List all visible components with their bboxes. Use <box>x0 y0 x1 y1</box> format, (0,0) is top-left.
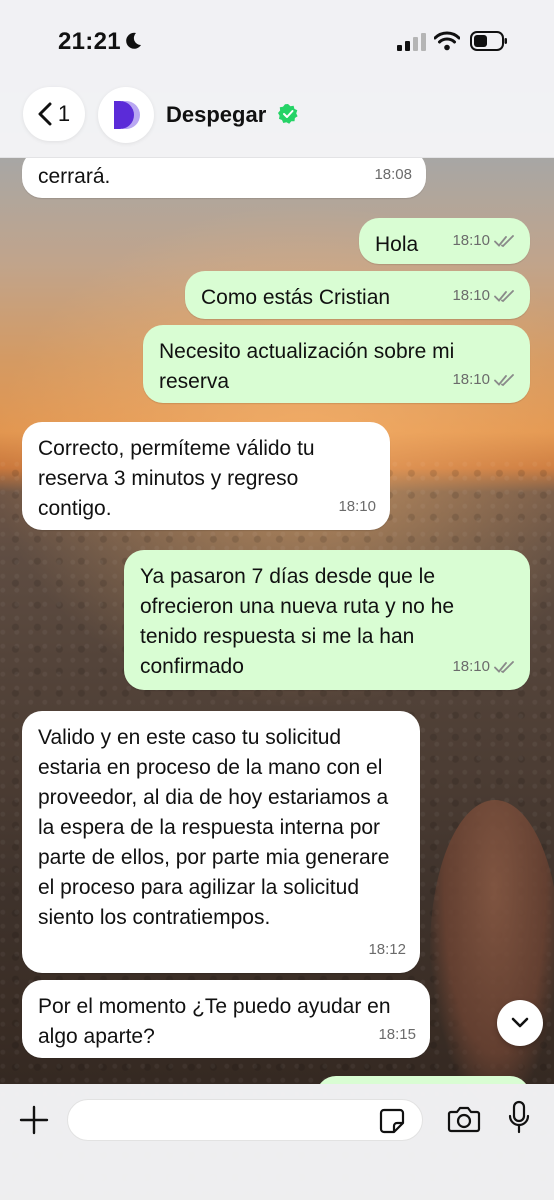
message-time: 18:10 <box>452 371 490 388</box>
double-check-icon <box>494 374 514 387</box>
message-meta: 18:15 <box>378 1020 416 1050</box>
message-text: Por el momento ¿Te puedo ayudar en algo … <box>38 995 391 1048</box>
message-time: 18:08 <box>374 166 412 183</box>
message-bubble-outgoing-partial <box>316 1076 530 1084</box>
message-meta: 18:10 <box>452 226 516 256</box>
message-time: 18:10 <box>452 658 490 675</box>
double-check-icon <box>494 235 514 248</box>
message-time: 18:10 <box>452 287 490 304</box>
double-check-icon <box>494 661 514 674</box>
contact-name[interactable]: Despegar <box>166 102 266 128</box>
microphone-icon[interactable] <box>507 1100 531 1136</box>
message-bubble-incoming[interactable]: Correcto, permíteme válido tu reserva 3 … <box>22 422 390 530</box>
message-meta: 18:12 <box>368 935 406 965</box>
chevron-down-icon <box>511 1017 529 1028</box>
message-list[interactable]: cerrará. 18:08 Hola 18:10 Como estás Cri… <box>0 158 554 1084</box>
message-bubble-incoming[interactable]: Por el momento ¿Te puedo ayudar en algo … <box>22 980 430 1058</box>
message-composer <box>0 1084 554 1200</box>
message-meta: 18:10 <box>338 492 376 522</box>
message-meta: 18:10 <box>452 652 516 682</box>
message-text: Valido y en este caso tu solicitud estar… <box>38 726 390 929</box>
unread-count: 1 <box>57 101 71 126</box>
message-time: 18:10 <box>452 232 490 249</box>
message-meta: 18:10 <box>452 281 516 311</box>
message-bubble-outgoing[interactable]: Necesito actualización sobre mi reserva … <box>143 325 530 403</box>
message-time: 18:12 <box>368 941 406 958</box>
message-time: 18:15 <box>378 1026 416 1043</box>
message-time: 18:10 <box>338 498 376 515</box>
status-time: 21:21 <box>58 28 121 55</box>
avatar[interactable] <box>98 87 154 143</box>
verified-badge-icon <box>278 104 298 124</box>
despegar-logo <box>114 101 140 129</box>
camera-icon[interactable] <box>447 1104 481 1134</box>
chat-header: 1 Despegar <box>0 80 554 158</box>
moon-icon <box>126 32 141 49</box>
message-text: cerrará. <box>38 165 111 188</box>
message-bubble-outgoing[interactable]: Como estás Cristian 18:10 <box>185 271 530 319</box>
message-bubble-incoming[interactable]: Valido y en este caso tu solicitud estar… <box>22 711 420 973</box>
message-bubble-incoming[interactable]: cerrará. 18:08 <box>22 158 426 198</box>
battery-icon <box>470 31 507 51</box>
message-input[interactable] <box>67 1099 423 1141</box>
back-chevron-icon <box>38 102 52 126</box>
message-meta: 18:08 <box>374 160 412 190</box>
wifi-icon <box>434 31 460 51</box>
message-text: Correcto, permíteme válido tu reserva 3 … <box>38 437 315 520</box>
scroll-to-bottom-button[interactable] <box>497 1000 543 1046</box>
back-button[interactable]: 1 <box>23 87 85 141</box>
plus-icon[interactable] <box>18 1104 50 1136</box>
signal-icon <box>397 33 426 51</box>
message-bubble-outgoing[interactable]: Hola 18:10 <box>359 218 530 264</box>
message-bubble-outgoing[interactable]: Ya pasaron 7 días desde que le ofreciero… <box>124 550 530 690</box>
status-bar: 21:21 <box>0 0 554 80</box>
double-check-icon <box>494 290 514 303</box>
sticker-icon[interactable] <box>378 1107 406 1135</box>
message-meta: 18:10 <box>452 365 516 395</box>
